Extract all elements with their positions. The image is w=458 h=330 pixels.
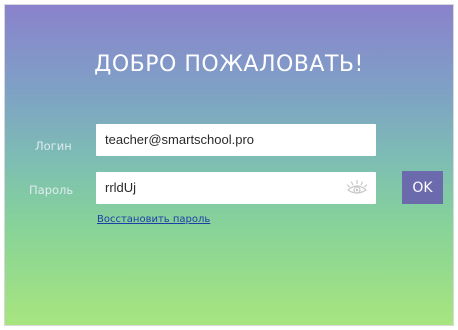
login-input[interactable]: teacher@smartschool.pro xyxy=(96,124,376,156)
ok-button[interactable]: OK xyxy=(402,171,443,204)
eye-icon[interactable] xyxy=(345,179,369,197)
password-input[interactable]: rrldUj xyxy=(96,172,376,204)
login-panel: ДОБРО ПОЖАЛОВАТЬ! Логин teacher@smartsch… xyxy=(4,4,454,326)
login-label: Логин xyxy=(35,139,72,153)
restore-password-link[interactable]: Восстановить пароль xyxy=(97,214,210,225)
password-label: Пароль xyxy=(29,183,74,197)
welcome-title: ДОБРО ПОЖАЛОВАТЬ! xyxy=(94,52,364,77)
